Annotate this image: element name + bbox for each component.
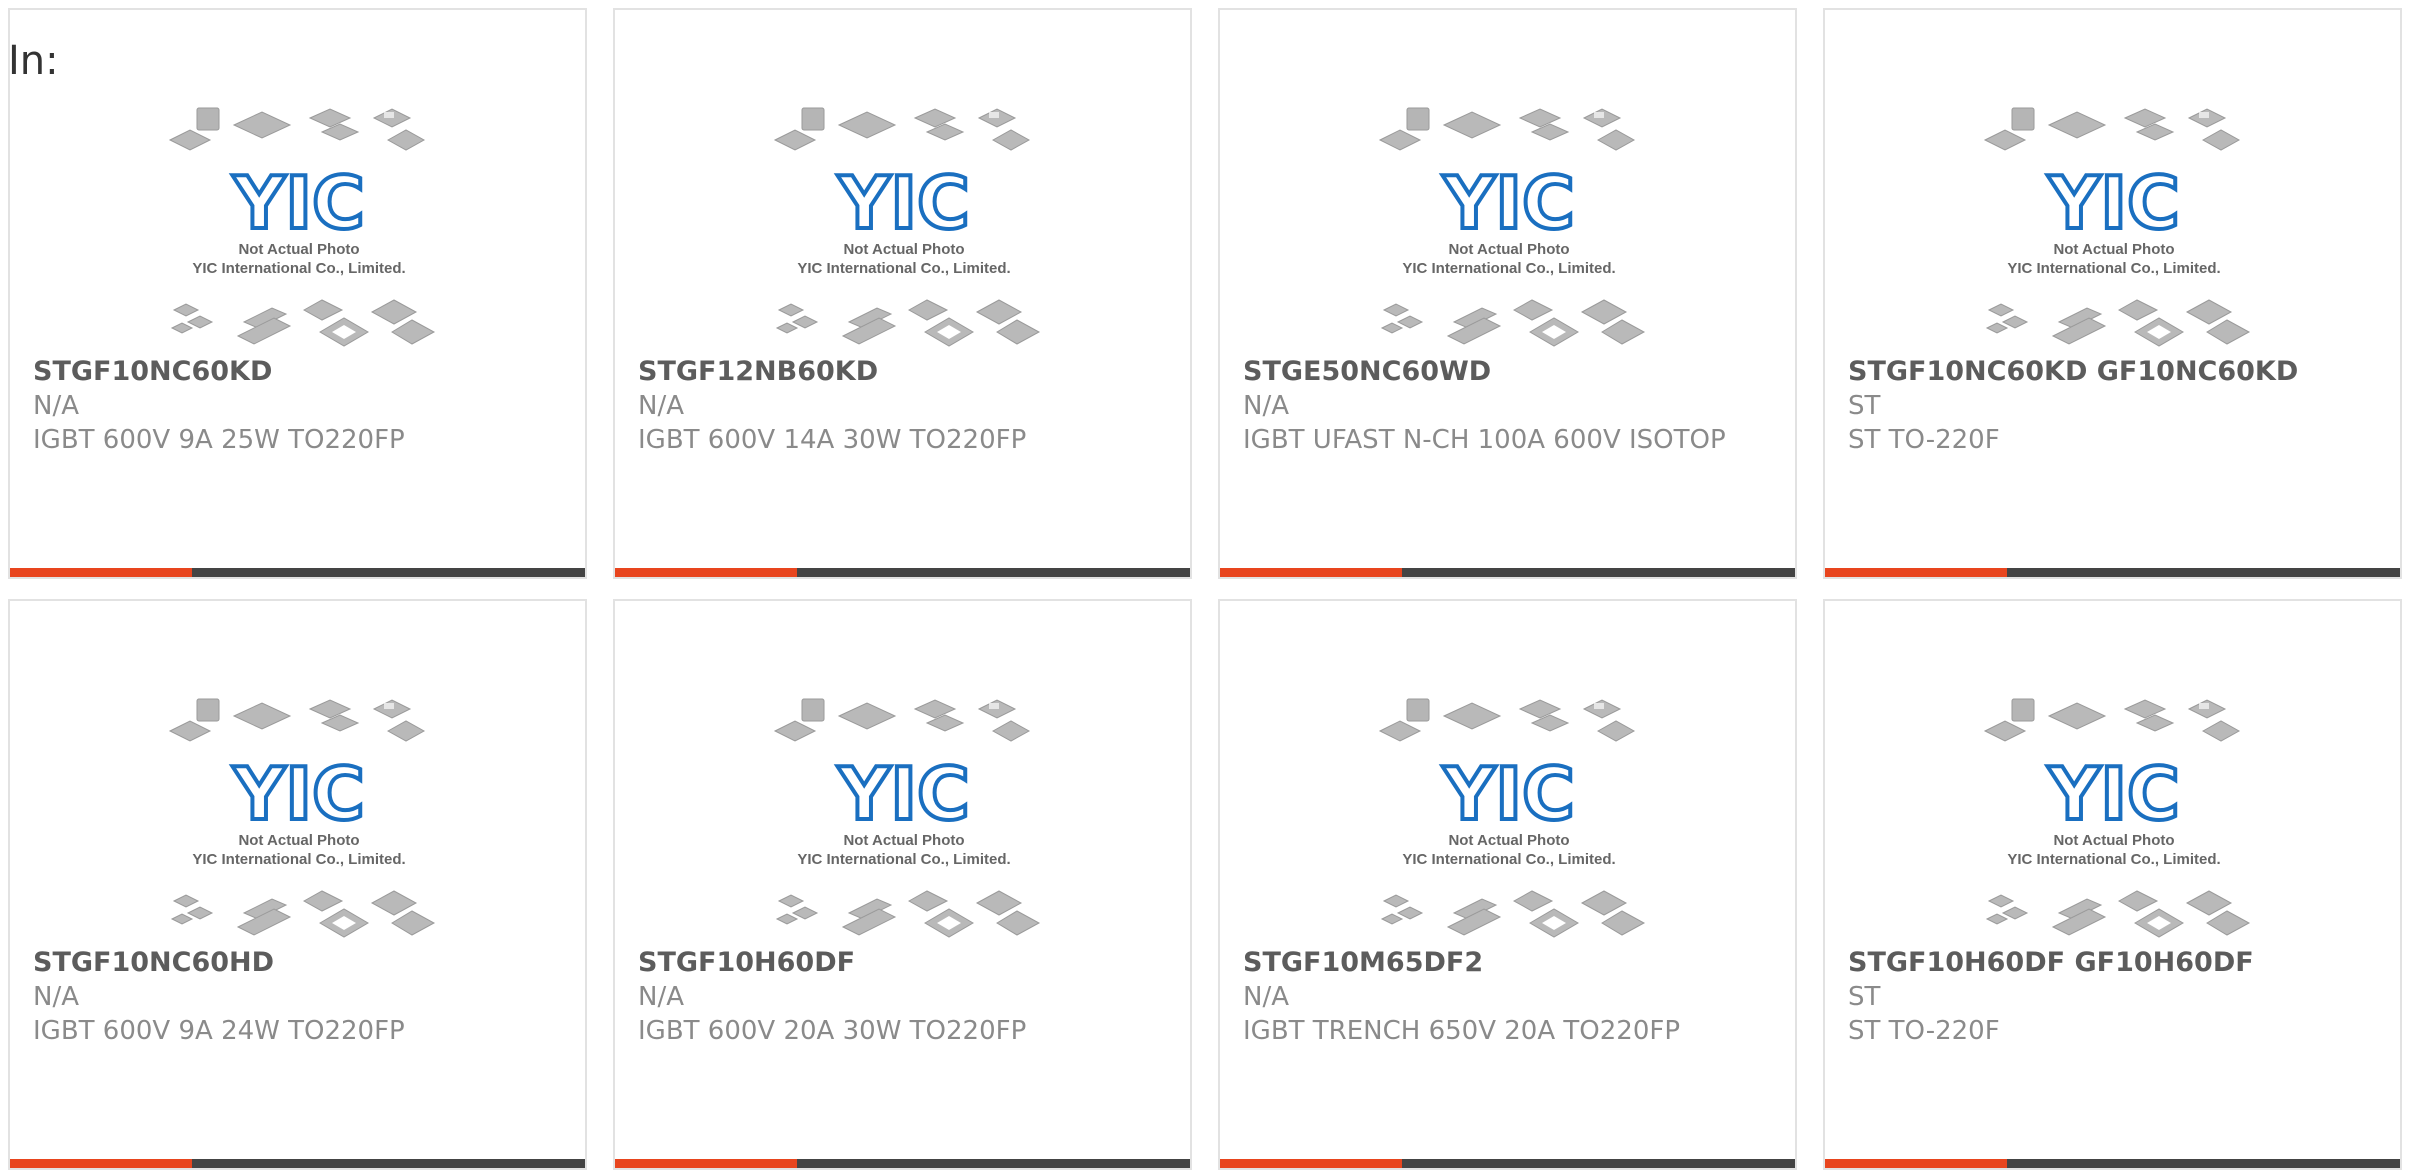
product-card[interactable]: YIC Not Actual Photo YIC International C…: [1218, 599, 1797, 1170]
card-bottom-bar: [1220, 568, 1795, 577]
logo-text: YIC: [2047, 161, 2180, 245]
product-image[interactable]: YIC Not Actual Photo YIC International C…: [162, 100, 437, 350]
card-bottom-bar: [1825, 568, 2400, 577]
manufacturer: N/A: [638, 391, 684, 421]
product-card[interactable]: YIC Not Actual Photo YIC International C…: [8, 599, 587, 1170]
card-bottom-bar: [10, 1159, 585, 1168]
manufacturer: N/A: [638, 982, 684, 1012]
product-image[interactable]: YIC Not Actual Photo YIC International C…: [1372, 691, 1647, 941]
manufacturer: ST: [1848, 982, 1881, 1012]
svg-text:Not Actual Photo: Not Actual Photo: [843, 832, 964, 849]
product-card[interactable]: YIC Not Actual Photo YIC International C…: [613, 599, 1192, 1170]
product-image[interactable]: YIC Not Actual Photo YIC International C…: [1977, 691, 2252, 941]
svg-text:YIC International Co., Limited: YIC International Co., Limited.: [2007, 260, 2220, 277]
logo-text: YIC: [837, 752, 970, 836]
product-grid: YIC Not Actual Photo YIC International C…: [8, 8, 2402, 1170]
manufacturer: N/A: [1243, 982, 1289, 1012]
chip-placeholder-icon: YIC Not Actual Photo YIC International C…: [1378, 107, 1646, 347]
product-card[interactable]: YIC Not Actual Photo YIC International C…: [613, 8, 1192, 579]
card-accent-bar: [1825, 568, 2007, 577]
part-number-link[interactable]: STGF10H60DF: [638, 946, 1170, 980]
card-bottom-bar: [615, 568, 1190, 577]
logo-text: YIC: [1442, 752, 1575, 836]
svg-text:Not Actual Photo: Not Actual Photo: [1448, 241, 1569, 258]
product-description: IGBT 600V 20A 30W TO220FP: [638, 1016, 1027, 1046]
card-accent-bar: [1220, 1159, 1402, 1168]
product-description: ST TO-220F: [1848, 1016, 2000, 1046]
card-accent-bar: [10, 1159, 192, 1168]
product-image[interactable]: YIC Not Actual Photo YIC International C…: [1372, 100, 1647, 350]
chip-placeholder-icon: YIC Not Actual Photo YIC International C…: [1983, 107, 2251, 347]
card-accent-bar: [615, 1159, 797, 1168]
card-bottom-bar: [615, 1159, 1190, 1168]
product-description: IGBT TRENCH 650V 20A TO220FP: [1243, 1016, 1681, 1046]
svg-text:Not Actual Photo: Not Actual Photo: [238, 241, 359, 258]
product-image[interactable]: YIC Not Actual Photo YIC International C…: [767, 100, 1042, 350]
page-label: In:: [8, 38, 59, 84]
card-accent-bar: [1220, 568, 1402, 577]
chip-placeholder-icon: YIC Not Actual Photo YIC International C…: [168, 698, 436, 938]
part-number-link[interactable]: STGF10NC60KD: [33, 355, 565, 389]
svg-text:Not Actual Photo: Not Actual Photo: [843, 241, 964, 258]
logo-text: YIC: [232, 752, 365, 836]
chip-placeholder-icon: YIC Not Actual Photo YIC International C…: [773, 698, 1041, 938]
card-accent-bar: [1825, 1159, 2007, 1168]
part-number-link[interactable]: STGF10NC60HD: [33, 946, 565, 980]
product-card[interactable]: YIC Not Actual Photo YIC International C…: [1218, 8, 1797, 579]
logo-text: YIC: [232, 161, 365, 245]
product-description: IGBT 600V 9A 24W TO220FP: [33, 1016, 405, 1046]
svg-text:YIC International Co., Limited: YIC International Co., Limited.: [797, 260, 1010, 277]
logo-text: YIC: [1442, 161, 1575, 245]
svg-text:Not Actual Photo: Not Actual Photo: [2053, 241, 2174, 258]
logo-text: YIC: [837, 161, 970, 245]
card-accent-bar: [10, 568, 192, 577]
chip-placeholder-icon: YIC Not Actual Photo YIC International C…: [773, 107, 1041, 347]
product-image[interactable]: YIC Not Actual Photo YIC International C…: [162, 691, 437, 941]
product-image[interactable]: YIC Not Actual Photo YIC International C…: [1977, 100, 2252, 350]
part-number-link[interactable]: STGF10H60DF GF10H60DF: [1848, 946, 2380, 980]
svg-text:YIC International Co., Limited: YIC International Co., Limited.: [797, 851, 1010, 868]
part-number-link[interactable]: STGF10M65DF2: [1243, 946, 1775, 980]
card-bottom-bar: [1220, 1159, 1795, 1168]
product-description: IGBT UFAST N-CH 100A 600V ISOTOP: [1243, 425, 1726, 455]
svg-text:YIC International Co., Limited: YIC International Co., Limited.: [1402, 260, 1615, 277]
svg-text:YIC International Co., Limited: YIC International Co., Limited.: [192, 851, 405, 868]
logo-text: YIC: [2047, 752, 2180, 836]
svg-text:Not Actual Photo: Not Actual Photo: [238, 832, 359, 849]
product-card[interactable]: YIC Not Actual Photo YIC International C…: [1823, 599, 2402, 1170]
product-card[interactable]: YIC Not Actual Photo YIC International C…: [1823, 8, 2402, 579]
part-number-link[interactable]: STGE50NC60WD: [1243, 355, 1775, 389]
svg-text:YIC International Co., Limited: YIC International Co., Limited.: [1402, 851, 1615, 868]
card-bottom-bar: [1825, 1159, 2400, 1168]
svg-text:YIC International Co., Limited: YIC International Co., Limited.: [192, 260, 405, 277]
svg-text:YIC International Co., Limited: YIC International Co., Limited.: [2007, 851, 2220, 868]
product-description: ST TO-220F: [1848, 425, 2000, 455]
card-accent-bar: [615, 568, 797, 577]
card-bottom-bar: [10, 568, 585, 577]
manufacturer: N/A: [33, 982, 79, 1012]
manufacturer: N/A: [1243, 391, 1289, 421]
chip-placeholder-icon: YIC Not Actual Photo YIC International C…: [1378, 698, 1646, 938]
svg-text:Not Actual Photo: Not Actual Photo: [2053, 832, 2174, 849]
part-number-link[interactable]: STGF12NB60KD: [638, 355, 1170, 389]
product-image[interactable]: YIC Not Actual Photo YIC International C…: [767, 691, 1042, 941]
product-description: IGBT 600V 9A 25W TO220FP: [33, 425, 405, 455]
product-description: IGBT 600V 14A 30W TO220FP: [638, 425, 1027, 455]
svg-text:Not Actual Photo: Not Actual Photo: [1448, 832, 1569, 849]
manufacturer: ST: [1848, 391, 1881, 421]
manufacturer: N/A: [33, 391, 79, 421]
chip-placeholder-icon: YIC Not Actual Photo YIC International C…: [1983, 698, 2251, 938]
product-card[interactable]: YIC Not Actual Photo YIC International C…: [8, 8, 587, 579]
chip-placeholder-icon: YIC Not Actual Photo YIC International C…: [168, 107, 436, 347]
part-number-link[interactable]: STGF10NC60KD GF10NC60KD: [1848, 355, 2380, 389]
